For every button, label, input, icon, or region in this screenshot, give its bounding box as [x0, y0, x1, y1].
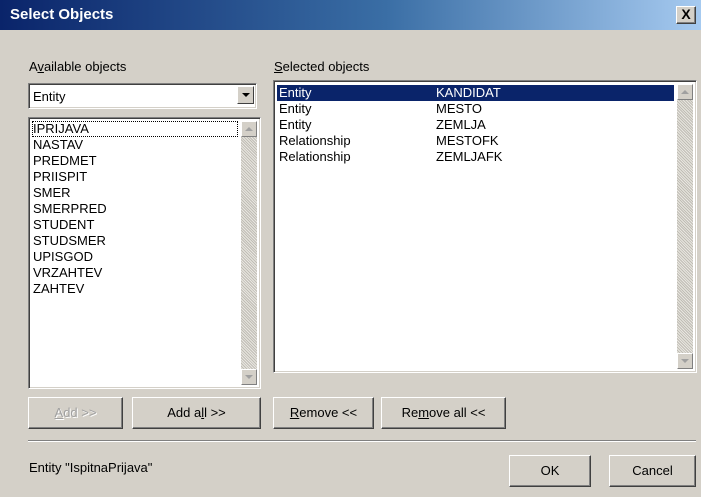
- list-item[interactable]: STUDSMER: [32, 233, 238, 249]
- scroll-up-icon[interactable]: [677, 84, 693, 100]
- table-row[interactable]: Entity KANDIDAT: [277, 85, 674, 101]
- chevron-down-icon[interactable]: [237, 86, 254, 104]
- row-kind: Entity: [279, 101, 312, 116]
- available-objects-list[interactable]: IPRIJAVA NASTAV PREDMET PRIISPIT SMER SMERPRE…: [28, 117, 261, 389]
- cancel-button[interactable]: Cancel: [609, 455, 696, 487]
- scroll-down-icon[interactable]: [241, 369, 257, 385]
- available-scrollbar[interactable]: [241, 121, 257, 385]
- row-kind: Relationship: [279, 133, 351, 148]
- row-name: MESTOFK: [436, 133, 499, 148]
- row-name: KANDIDAT: [436, 85, 501, 100]
- row-name: ZEMLJAFK: [436, 149, 503, 164]
- status-text: Entity "IspitnaPrijava": [29, 460, 153, 475]
- row-kind: Entity: [279, 85, 312, 100]
- row-name: ZEMLJA: [436, 117, 486, 132]
- table-row[interactable]: Relationship ZEMLJAFK: [277, 149, 674, 165]
- table-row[interactable]: Relationship MESTOFK: [277, 133, 674, 149]
- list-item[interactable]: SMERPRED: [32, 201, 238, 217]
- list-item[interactable]: VRZAHTEV: [32, 265, 238, 281]
- list-item[interactable]: PRIISPIT: [32, 169, 238, 185]
- list-item[interactable]: UPISGOD: [32, 249, 238, 265]
- list-item[interactable]: PREDMET: [32, 153, 238, 169]
- selected-scrollbar[interactable]: [677, 84, 693, 369]
- ok-button[interactable]: OK: [509, 455, 591, 487]
- selected-items: Entity KANDIDAT Entity MESTO Entity ZEMLJA Rel…: [277, 85, 674, 369]
- list-item[interactable]: NASTAV: [32, 137, 238, 153]
- table-row[interactable]: Entity ZEMLJA: [277, 117, 674, 133]
- row-kind: Entity: [279, 117, 312, 132]
- scroll-down-icon[interactable]: [677, 353, 693, 369]
- separator: [28, 440, 696, 442]
- object-type-select[interactable]: Entity: [28, 83, 257, 109]
- list-item[interactable]: SMER: [32, 185, 238, 201]
- row-name: MESTO: [436, 101, 482, 116]
- title-bar: Select Objects X: [0, 0, 701, 30]
- close-button[interactable]: X: [676, 6, 696, 24]
- table-row[interactable]: Entity MESTO: [277, 101, 674, 117]
- remove-button[interactable]: Remove <<: [273, 397, 374, 429]
- available-objects-label: Available objects: [29, 59, 127, 74]
- selected-objects-list[interactable]: Entity KANDIDAT Entity MESTO Entity ZEMLJA Rel…: [273, 80, 697, 373]
- add-all-button[interactable]: Add all >>: [132, 397, 261, 429]
- object-type-value: Entity: [33, 89, 66, 104]
- scroll-up-icon[interactable]: [241, 121, 257, 137]
- available-items: IPRIJAVA NASTAV PREDMET PRIISPIT SMER SMERPRE…: [32, 121, 238, 385]
- list-item[interactable]: ZAHTEV: [32, 281, 238, 297]
- list-item[interactable]: IPRIJAVA: [32, 121, 238, 137]
- remove-all-button[interactable]: Remove all <<: [381, 397, 506, 429]
- list-item[interactable]: STUDENT: [32, 217, 238, 233]
- window-title: Select Objects: [10, 6, 114, 23]
- selected-objects-label: Selected objects: [274, 59, 370, 74]
- add-button[interactable]: Add >>: [28, 397, 123, 429]
- row-kind: Relationship: [279, 149, 351, 164]
- close-icon: X: [681, 6, 691, 22]
